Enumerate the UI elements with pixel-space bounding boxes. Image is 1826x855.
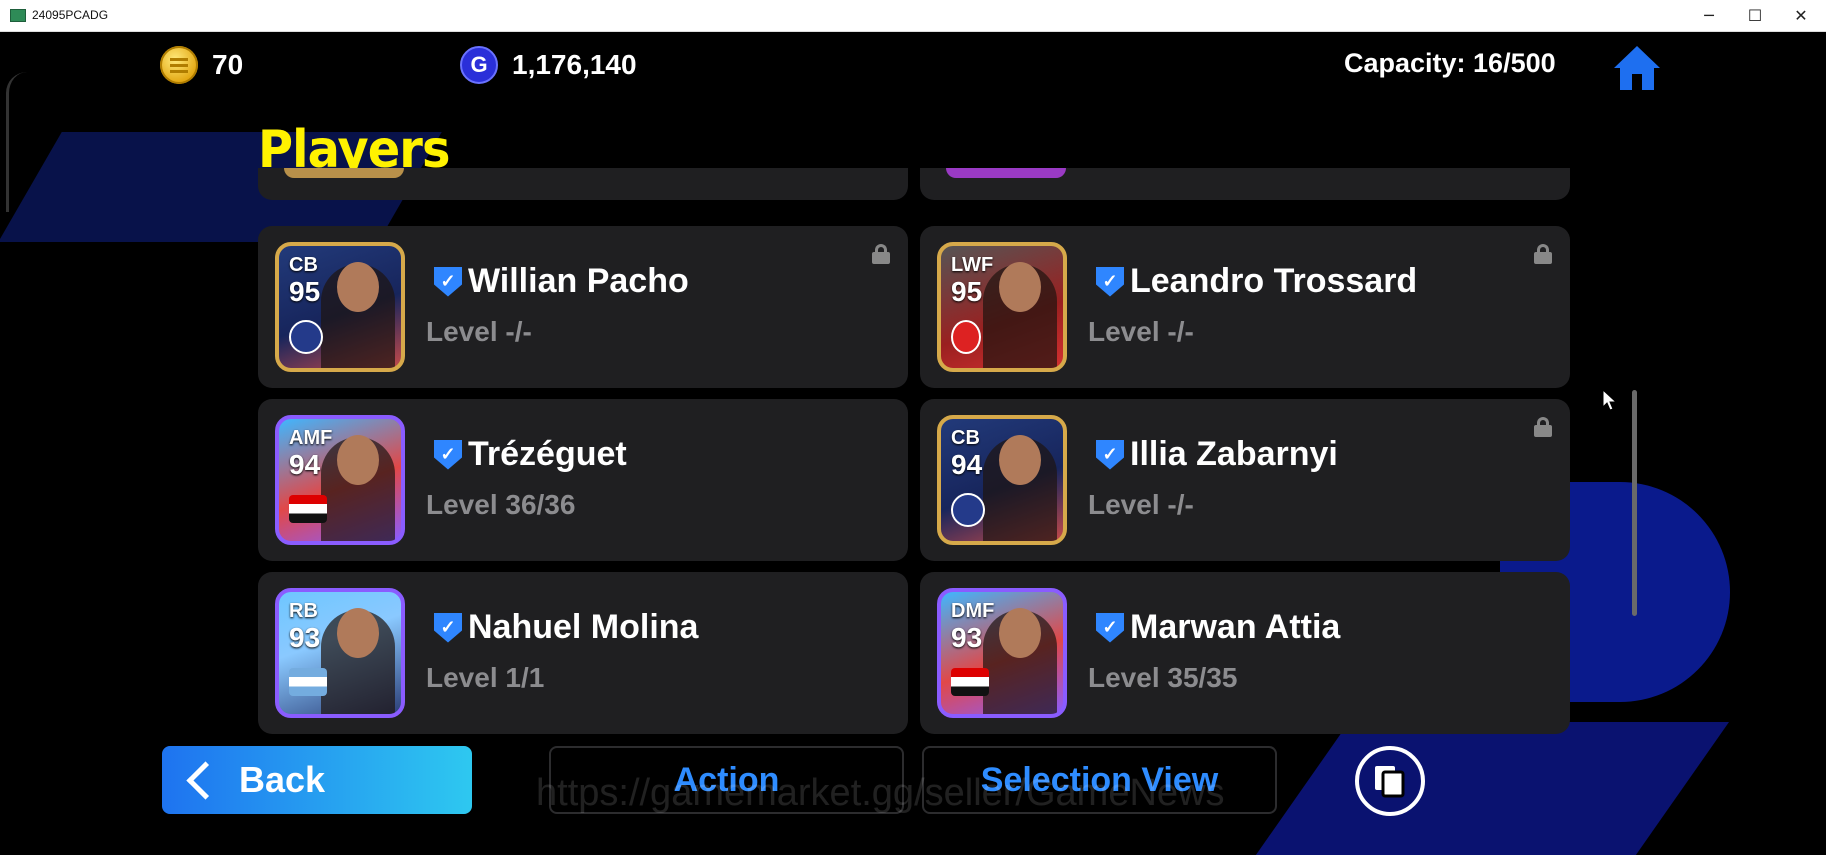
player-card-image[interactable]: DMF 93: [937, 588, 1067, 718]
player-rating: 93: [951, 622, 983, 653]
player-row[interactable]: LWF 95 ✓ Leandro Trossard Level -/-: [920, 226, 1570, 388]
capacity-label: Capacity: 16/500: [1344, 48, 1556, 78]
coin-balance: 70: [160, 46, 243, 84]
player-card-image[interactable]: LWF 95: [937, 242, 1067, 372]
player-portrait: [321, 435, 395, 541]
close-button[interactable]: ✕: [1778, 0, 1824, 31]
player-portrait: [983, 608, 1057, 714]
player-level: Level 36/36: [426, 489, 576, 520]
player-name-row: ✓ Nahuel Molina: [434, 608, 698, 647]
player-name-row: ✓ Trézéguet: [434, 435, 627, 474]
player-name-row: ✓ Marwan Attia: [1096, 608, 1340, 647]
gp-icon: G: [460, 46, 498, 84]
background-arc: [6, 72, 27, 212]
coin-count: 70: [212, 49, 244, 80]
gp-balance: G 1,176,140: [460, 46, 637, 84]
player-card-image[interactable]: CB 95: [275, 242, 405, 372]
cards-stack-icon: [1375, 766, 1405, 798]
player-level: Level -/-: [1088, 489, 1194, 520]
player-portrait: [983, 435, 1057, 541]
background-stripe: [1250, 722, 1730, 855]
player-name-row: ✓ Leandro Trossard: [1096, 262, 1417, 301]
player-card-image[interactable]: CB 94: [937, 415, 1067, 545]
player-rating: 95: [289, 276, 321, 307]
player-name: Illia Zabarnyi: [1130, 435, 1338, 473]
verified-check-icon: ✓: [434, 612, 462, 643]
back-label: Back: [239, 759, 326, 800]
selection-view-button[interactable]: Selection View: [922, 746, 1277, 814]
player-name: Willian Pacho: [468, 262, 689, 300]
club-badge-icon: [951, 493, 985, 527]
player-level: Level 35/35: [1088, 662, 1238, 693]
player-card-image[interactable]: RB 93: [275, 588, 405, 718]
player-rating: 94: [951, 449, 983, 480]
maximize-button[interactable]: ☐: [1732, 0, 1778, 31]
player-position: DMF: [951, 600, 995, 622]
lock-icon: [1534, 244, 1552, 264]
app-icon: [10, 9, 26, 22]
player-portrait: [983, 262, 1057, 368]
verified-check-icon: ✓: [434, 439, 462, 470]
player-row[interactable]: CB 94 ✓ Illia Zabarnyi Level -/-: [920, 399, 1570, 561]
verified-check-icon: ✓: [1096, 612, 1124, 643]
chevron-left-icon: [186, 760, 225, 800]
player-position: RB: [289, 600, 318, 622]
player-position: CB: [951, 427, 980, 449]
player-level: Level -/-: [1088, 316, 1194, 347]
player-position: AMF: [289, 427, 333, 449]
list-item-partial[interactable]: [258, 168, 908, 200]
player-card-image[interactable]: AMF 94: [275, 415, 405, 545]
lock-icon: [872, 244, 890, 264]
player-card-edge: [284, 168, 404, 178]
nation-flag-icon: [289, 495, 327, 523]
list-item-partial[interactable]: [920, 168, 1570, 200]
player-row[interactable]: RB 93 ✓ Nahuel Molina Level 1/1: [258, 572, 908, 734]
player-name: Trézéguet: [468, 435, 627, 473]
minimize-button[interactable]: ─: [1686, 0, 1732, 31]
copy-cards-button[interactable]: [1355, 746, 1425, 816]
player-name-row: ✓ Illia Zabarnyi: [1096, 435, 1338, 474]
player-rating: 93: [289, 622, 321, 653]
nation-flag-icon: [951, 668, 989, 696]
player-card-edge: [946, 168, 1066, 178]
window-title: 24095PCADG: [32, 8, 109, 22]
player-level: Level 1/1: [426, 662, 545, 693]
verified-check-icon: ✓: [1096, 439, 1124, 470]
player-name: Nahuel Molina: [468, 608, 699, 646]
player-rating: 95: [951, 276, 983, 307]
player-position: CB: [289, 254, 318, 276]
club-badge-icon: [951, 320, 981, 354]
player-row[interactable]: CB 95 ✓ Willian Pacho Level -/-: [258, 226, 908, 388]
player-portrait: [321, 262, 395, 368]
window-titlebar: 24095PCADG ─ ☐ ✕: [0, 0, 1826, 32]
player-row[interactable]: DMF 93 ✓ Marwan Attia Level 35/35: [920, 572, 1570, 734]
player-name-row: ✓ Willian Pacho: [434, 262, 689, 301]
lock-icon: [1534, 417, 1552, 437]
scrollbar[interactable]: [1632, 390, 1637, 616]
player-level: Level -/-: [426, 316, 532, 347]
mouse-cursor-icon: [1602, 389, 1618, 411]
player-portrait: [321, 608, 395, 714]
player-name: Marwan Attia: [1130, 608, 1341, 646]
verified-check-icon: ✓: [434, 266, 462, 297]
game-viewport: 70 G 1,176,140 Capacity: 16/500 Players …: [0, 32, 1826, 855]
back-button[interactable]: Back: [162, 746, 472, 814]
nation-flag-icon: [289, 668, 327, 696]
home-icon[interactable]: [1612, 44, 1662, 92]
verified-check-icon: ✓: [1096, 266, 1124, 297]
player-row[interactable]: AMF 94 ✓ Trézéguet Level 36/36: [258, 399, 908, 561]
player-position: LWF: [951, 254, 994, 276]
player-rating: 94: [289, 449, 321, 480]
player-name: Leandro Trossard: [1130, 262, 1418, 300]
ecoin-icon: [160, 46, 198, 84]
club-badge-icon: [289, 320, 323, 354]
action-button[interactable]: Action: [549, 746, 904, 814]
gp-count: 1,176,140: [512, 49, 637, 80]
